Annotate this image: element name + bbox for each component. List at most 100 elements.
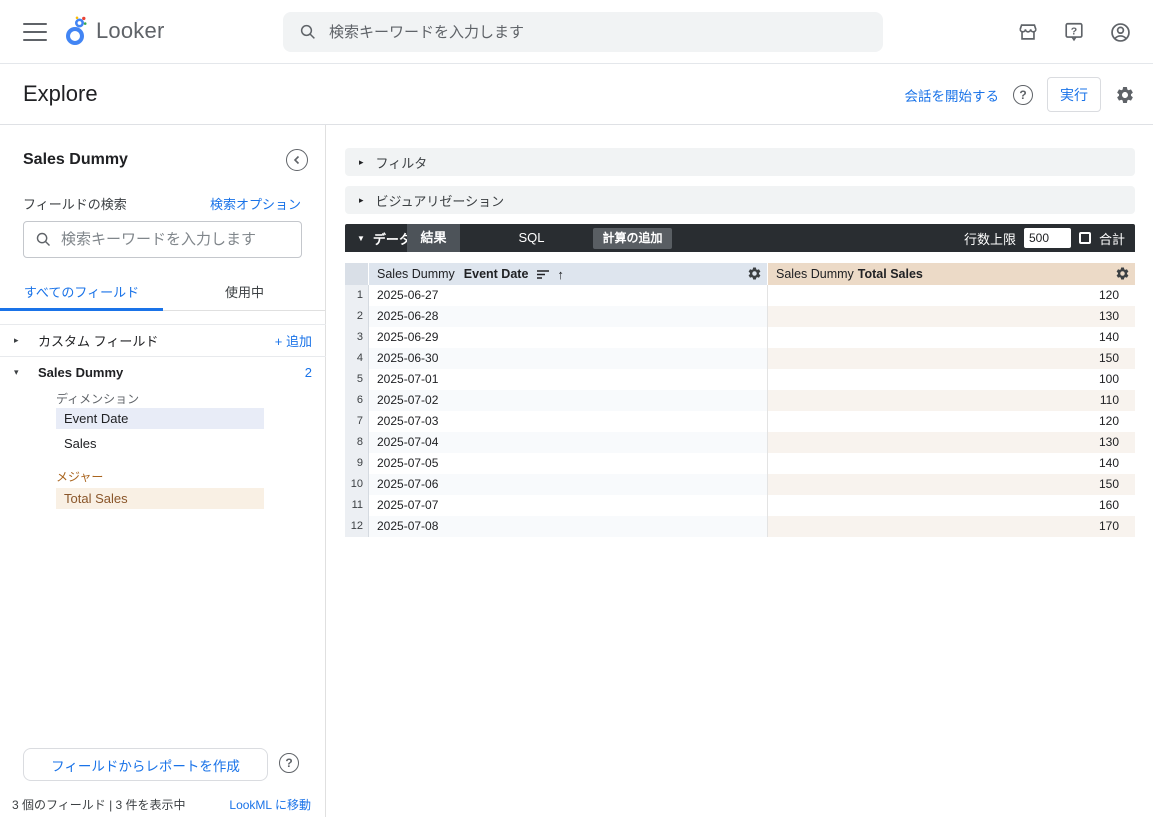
looker-logo[interactable]: Looker	[64, 15, 164, 46]
collapse-sidebar-icon[interactable]	[286, 149, 308, 171]
table-corner-cell	[345, 263, 369, 285]
total-sales-cell[interactable]: 150	[768, 474, 1135, 495]
total-sales-cell[interactable]: 120	[768, 285, 1135, 306]
chevron-down-icon: ▼	[357, 234, 365, 243]
total-sales-cell[interactable]: 150	[768, 348, 1135, 369]
tab-all-fields[interactable]: すべてのフィールド	[0, 278, 163, 310]
field-search-box[interactable]	[23, 221, 302, 258]
totals-checkbox[interactable]	[1079, 232, 1091, 244]
search-options-link[interactable]: 検索オプション	[210, 194, 301, 213]
table-row: 22025-06-28130	[345, 306, 1135, 327]
table-row: 42025-06-30150	[345, 348, 1135, 369]
row-limit-label: 行数上限	[964, 229, 1016, 248]
global-search-input[interactable]	[329, 24, 867, 41]
event-date-cell[interactable]: 2025-07-01	[369, 369, 768, 390]
row-number: 3	[345, 327, 369, 348]
event-date-cell[interactable]: 2025-06-29	[369, 327, 768, 348]
totals-label: 合計	[1099, 229, 1125, 248]
selected-field-count-badge: 2	[305, 365, 312, 380]
conversation-help-icon[interactable]: ?	[1013, 85, 1033, 105]
looker-logo-icon	[64, 15, 89, 46]
tab-sql[interactable]: SQL	[505, 224, 558, 252]
event-date-cell[interactable]: 2025-07-05	[369, 453, 768, 474]
row-limit-input[interactable]	[1024, 228, 1071, 248]
data-panel-toggle[interactable]: ▼ データ	[357, 224, 412, 252]
explore-settings-gear-icon[interactable]	[1115, 85, 1135, 105]
total-sales-cell[interactable]: 140	[768, 453, 1135, 474]
event-date-cell[interactable]: 2025-06-27	[369, 285, 768, 306]
row-number: 6	[345, 390, 369, 411]
event-date-cell[interactable]: 2025-07-06	[369, 474, 768, 495]
field-event-date[interactable]: Event Date	[56, 408, 264, 429]
marketplace-icon[interactable]	[1015, 19, 1041, 45]
explore-header: Explore 会話を開始する ? 実行	[0, 64, 1153, 125]
add-calculation-button[interactable]: 計算の追加	[593, 228, 672, 249]
event-date-cell[interactable]: 2025-06-28	[369, 306, 768, 327]
add-custom-field-link[interactable]: + 追加	[275, 331, 312, 350]
table-row: 62025-07-02110	[345, 390, 1135, 411]
event-date-cell[interactable]: 2025-07-04	[369, 432, 768, 453]
custom-fields-label: カスタム フィールド	[38, 331, 275, 350]
results-table-body: 12025-06-2712022025-06-2813032025-06-291…	[345, 285, 1135, 537]
table-row: 82025-07-04130	[345, 432, 1135, 453]
row-number: 11	[345, 495, 369, 516]
total-sales-cell[interactable]: 170	[768, 516, 1135, 537]
table-row: 72025-07-03120	[345, 411, 1135, 432]
field-tabs: すべてのフィールド 使用中	[0, 278, 326, 311]
total-sales-cell[interactable]: 160	[768, 495, 1135, 516]
page-title: Explore	[23, 81, 98, 107]
data-panel-bar: ▼ データ 結果 SQL 計算の追加 行数上限 合計	[345, 224, 1135, 252]
chevron-down-icon: ▾	[14, 367, 38, 378]
event-date-cell[interactable]: 2025-07-02	[369, 390, 768, 411]
tab-results[interactable]: 結果	[407, 224, 460, 252]
column-gear-icon[interactable]	[1115, 266, 1130, 281]
total-sales-cell[interactable]: 100	[768, 369, 1135, 390]
total-sales-cell[interactable]: 140	[768, 327, 1135, 348]
row-number: 12	[345, 516, 369, 537]
field-search-input[interactable]	[61, 231, 290, 248]
view-name: Sales Dummy	[38, 365, 305, 380]
total-sales-cell[interactable]: 130	[768, 306, 1135, 327]
chevron-right-icon: ▸	[359, 195, 364, 206]
table-row: 112025-07-07160	[345, 495, 1135, 516]
search-icon	[35, 231, 52, 248]
event-date-cell[interactable]: 2025-07-08	[369, 516, 768, 537]
total-sales-cell[interactable]: 110	[768, 390, 1135, 411]
global-search[interactable]	[283, 12, 883, 52]
column-header-event-date[interactable]: Sales DummyEvent Date ↑	[369, 263, 768, 285]
menu-icon[interactable]	[23, 23, 47, 41]
create-report-help-icon[interactable]: ?	[279, 753, 299, 773]
row-number: 9	[345, 453, 369, 474]
sort-ascending-arrow-icon: ↑	[557, 267, 564, 282]
field-total-sales[interactable]: Total Sales	[56, 488, 264, 509]
row-number: 2	[345, 306, 369, 327]
visualization-panel-label: ビジュアリゼーション	[376, 191, 505, 210]
column-gear-icon[interactable]	[747, 266, 762, 281]
total-sales-cell[interactable]: 130	[768, 432, 1135, 453]
table-row: 32025-06-29140	[345, 327, 1135, 348]
event-date-cell[interactable]: 2025-06-30	[369, 348, 768, 369]
table-row: 122025-07-08170	[345, 516, 1135, 537]
view-sales-dummy-row[interactable]: ▾ Sales Dummy 2	[0, 356, 326, 387]
model-title: Sales Dummy	[23, 151, 128, 169]
total-sales-cell[interactable]: 120	[768, 411, 1135, 432]
field-sales[interactable]: Sales	[56, 433, 264, 454]
field-picker-sidebar: Sales Dummy フィールドの検索 検索オプション すべてのフィールド 使…	[0, 125, 326, 817]
row-number: 10	[345, 474, 369, 495]
row-number: 5	[345, 369, 369, 390]
table-row: 102025-07-06150	[345, 474, 1135, 495]
filters-panel-bar[interactable]: ▸ フィルタ	[345, 148, 1135, 176]
custom-fields-row[interactable]: ▸ カスタム フィールド + 追加	[0, 324, 326, 355]
create-report-button[interactable]: フィールドからレポートを作成	[23, 748, 268, 781]
visualization-panel-bar[interactable]: ▸ ビジュアリゼーション	[345, 186, 1135, 214]
event-date-cell[interactable]: 2025-07-07	[369, 495, 768, 516]
column-header-total-sales[interactable]: Sales DummyTotal Sales	[768, 263, 1135, 285]
row-number: 1	[345, 285, 369, 306]
event-date-cell[interactable]: 2025-07-03	[369, 411, 768, 432]
account-icon[interactable]	[1107, 19, 1133, 45]
tab-in-use[interactable]: 使用中	[163, 278, 326, 310]
help-icon[interactable]: ?	[1061, 19, 1087, 45]
run-button[interactable]: 実行	[1047, 77, 1101, 112]
start-conversation-link[interactable]: 会話を開始する	[905, 85, 1000, 105]
go-to-lookml-link[interactable]: LookML に移動	[229, 796, 311, 813]
